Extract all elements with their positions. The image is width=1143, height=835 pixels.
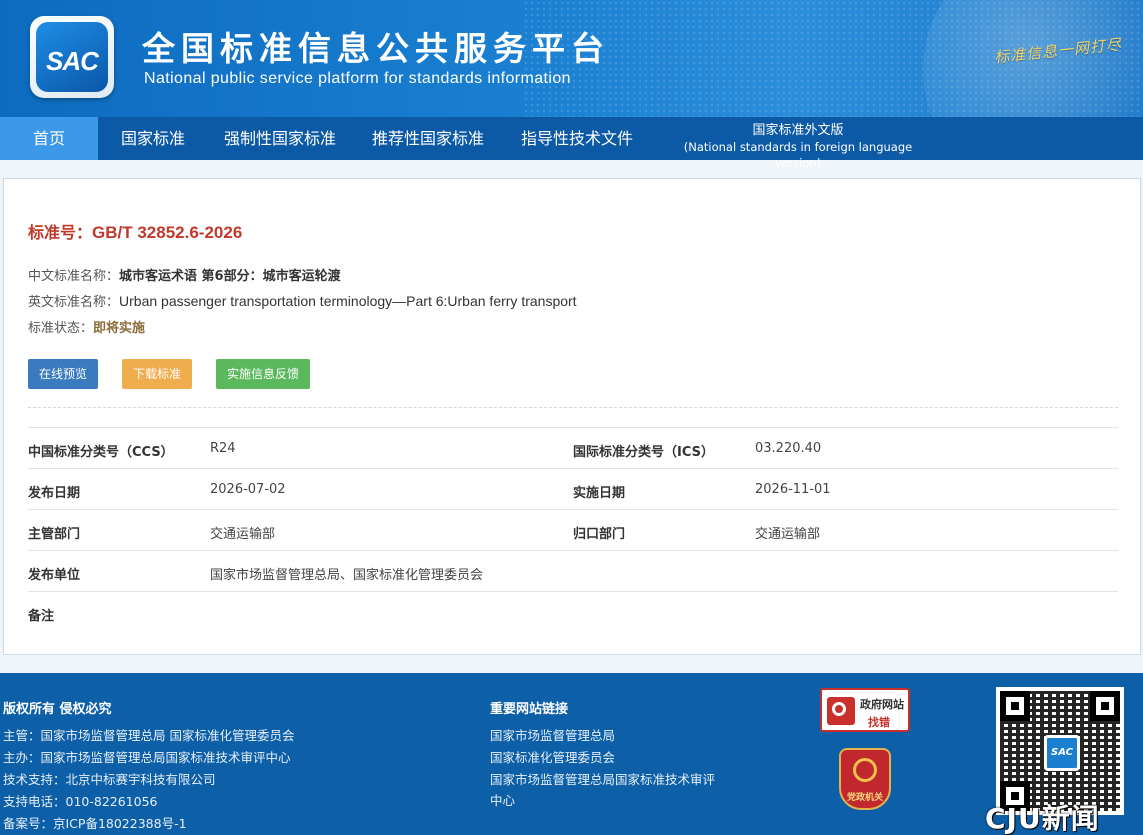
publish-date-value: 2026-07-02	[210, 482, 286, 497]
implement-date-value: 2026-11-01	[755, 482, 831, 497]
english-name-label: 英文标准名称：	[28, 295, 120, 310]
table-row-divider	[28, 550, 1118, 551]
table-row-divider	[28, 427, 1118, 428]
footer-organizer: 主办：国家市场监督管理总局国家标准技术审评中心	[3, 750, 291, 765]
qr-center-logo: SAC	[1044, 735, 1080, 771]
qr-finder-icon	[1090, 691, 1120, 721]
sac-logo[interactable]: SAC	[30, 16, 114, 98]
nav-foreign-language-standards[interactable]: 国家标准外文版 (National standards in foreign l…	[664, 117, 932, 170]
emblem-icon	[853, 758, 877, 782]
technical-committee-value: 交通运输部	[755, 527, 821, 542]
issuer-value: 国家市场监督管理总局、国家标准化管理委员会	[210, 568, 484, 583]
footer-sponsor: 主管：国家市场监督管理总局 国家标准化管理委员会	[3, 728, 295, 743]
chinese-name-label: 中文标准名称：	[28, 269, 120, 284]
link-review-center-cont[interactable]: 中心	[490, 790, 515, 809]
publish-date-label: 发布日期	[28, 486, 81, 501]
nav-foreign-label-en: (National standards in foreign language …	[683, 140, 913, 170]
standard-number-label: 标准号：	[28, 223, 93, 242]
qr-finder-icon	[1000, 691, 1030, 721]
implement-date-label: 实施日期	[573, 486, 626, 501]
table-row-divider	[28, 591, 1118, 592]
ccs-value: R24	[210, 441, 236, 456]
gov-badge-subtitle: 找错	[868, 716, 890, 729]
important-links-heading: 重要网站链接	[490, 702, 569, 717]
standard-detail-card: 标准号：GB/T 32852.6-2026 中文标准名称：城市客运术语 第6部分…	[3, 178, 1141, 655]
site-footer: 版权所有 侵权必究 主管：国家市场监督管理总局 国家标准化管理委员会 主办：国家…	[0, 673, 1143, 835]
main-nav: 首页 国家标准 强制性国家标准 推荐性国家标准 指导性技术文件 国家标准外文版 …	[0, 117, 1143, 170]
standard-number-value: GB/T 32852.6-2026	[92, 223, 243, 242]
site-title: 全国标准信息公共服务平台	[142, 29, 610, 68]
standard-number: 标准号：GB/T 32852.6-2026	[28, 219, 242, 243]
site-subtitle: National public service platform for sta…	[144, 70, 571, 87]
issuer-label: 发布单位	[28, 568, 81, 583]
nav-guidance-documents[interactable]: 指导性技术文件	[510, 117, 644, 160]
status-row: 标准状态：即将实施	[28, 317, 145, 336]
status-label: 标准状态：	[28, 321, 94, 336]
department-value: 交通运输部	[210, 527, 276, 542]
footer-phone: 支持电话：010-82261056	[3, 794, 158, 809]
watermark: CJU新闻	[985, 802, 1100, 835]
nav-recommended-standards[interactable]: 推荐性国家标准	[362, 117, 494, 160]
remark-label: 备注	[28, 609, 55, 624]
gov-badge-title: 政府网站	[860, 698, 904, 711]
department-label: 主管部门	[28, 527, 81, 542]
party-gov-organ-badge[interactable]: 党政机关	[839, 748, 891, 810]
nav-home[interactable]: 首页	[0, 117, 98, 160]
table-row-divider	[28, 509, 1118, 510]
nav-national-standards[interactable]: 国家标准	[106, 117, 200, 160]
sac-logo-inner: SAC	[36, 22, 108, 92]
magnifier-icon	[827, 697, 855, 725]
nav-mandatory-standards[interactable]: 强制性国家标准	[214, 117, 346, 160]
ccs-label: 中国标准分类号（CCS）	[28, 445, 174, 460]
party-badge-label: 党政机关	[846, 793, 883, 803]
download-standard-button[interactable]: 下载标准	[122, 359, 192, 389]
sac-logo-text: SAC	[46, 46, 99, 76]
technical-committee-label: 归口部门	[573, 527, 626, 542]
link-samr[interactable]: 国家市场监督管理总局	[490, 725, 615, 744]
online-preview-button[interactable]: 在线预览	[28, 359, 98, 389]
nav-foreign-label-cn: 国家标准外文版	[752, 123, 844, 138]
english-name-value: Urban passenger transportation terminolo…	[119, 293, 577, 309]
chinese-name-value: 城市客运术语 第6部分：城市客运轮渡	[119, 269, 341, 284]
link-review-center[interactable]: 国家市场监督管理总局国家标准技术审评	[490, 769, 715, 788]
ics-value: 03.220.40	[755, 441, 822, 456]
english-name-row: 英文标准名称：Urban passenger transportation te…	[28, 291, 577, 310]
footer-tech-support: 技术支持：北京中标赛宇科技有限公司	[3, 772, 216, 787]
copyright-heading: 版权所有 侵权必究	[3, 702, 112, 717]
qr-code: SAC	[996, 687, 1124, 815]
gov-site-error-report-badge[interactable]: 政府网站 找错	[820, 688, 910, 732]
chinese-name-row: 中文标准名称：城市客运术语 第6部分：城市客运轮渡	[28, 265, 341, 284]
footer-icp[interactable]: 备案号：京ICP备18022388号-1	[3, 813, 187, 832]
implementation-feedback-button[interactable]: 实施信息反馈	[216, 359, 310, 389]
ics-label: 国际标准分类号（ICS）	[573, 445, 714, 460]
section-divider	[28, 407, 1118, 408]
link-sac[interactable]: 国家标准化管理委员会	[490, 747, 615, 766]
status-badge: 即将实施	[93, 321, 146, 336]
table-row-divider	[28, 468, 1118, 469]
site-header: SAC 全国标准信息公共服务平台 National public service…	[0, 0, 1143, 117]
